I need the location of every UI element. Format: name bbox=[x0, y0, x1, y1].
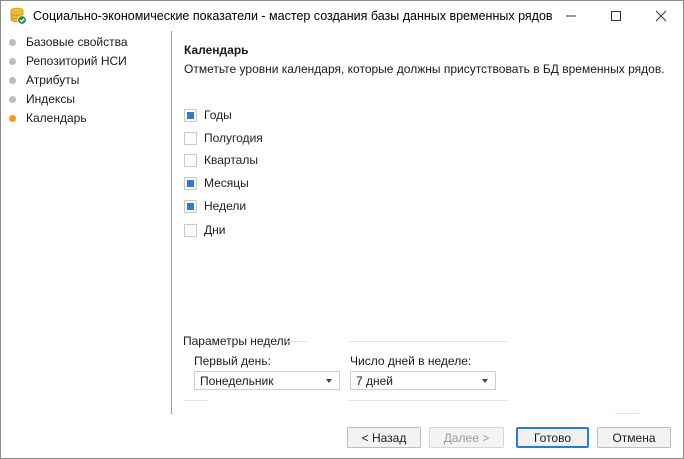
level-quarters-checkbox[interactable]: Кварталы bbox=[184, 152, 258, 168]
week-params-title: Параметры недели bbox=[183, 334, 291, 348]
window-title: Социально-экономические показатели - мас… bbox=[33, 9, 553, 23]
checkbox-label: Дни bbox=[204, 223, 226, 237]
step-indexes[interactable]: Индексы bbox=[9, 90, 75, 108]
step-calendar[interactable]: Календарь bbox=[9, 109, 87, 127]
database-icon bbox=[9, 7, 27, 25]
step-label: Атрибуты bbox=[26, 73, 80, 87]
checkbox-label: Годы bbox=[204, 108, 232, 122]
minimize-icon bbox=[565, 15, 576, 17]
step-nsi-repository[interactable]: Репозиторий НСИ bbox=[9, 52, 127, 70]
wizard-steps: Базовые свойства Репозиторий НСИ Атрибут… bbox=[1, 31, 171, 414]
step-label: Календарь bbox=[26, 111, 87, 125]
group-bottom-divider bbox=[348, 400, 508, 401]
checkbox-box[interactable] bbox=[184, 108, 197, 122]
checkbox-label: Недели bbox=[204, 199, 247, 213]
step-basic-properties[interactable]: Базовые свойства bbox=[9, 33, 128, 51]
step-label: Индексы bbox=[26, 92, 75, 106]
group-divider bbox=[348, 341, 508, 342]
days-in-week-value: 7 дней bbox=[356, 373, 394, 388]
level-half-years-checkbox[interactable]: Полугодия bbox=[184, 130, 263, 146]
cancel-button[interactable]: Отмена bbox=[597, 427, 671, 448]
checkbox-box[interactable] bbox=[184, 131, 197, 145]
first-day-value: Понедельник bbox=[200, 373, 274, 388]
step-label: Репозиторий НСИ bbox=[26, 54, 127, 68]
maximize-button[interactable] bbox=[593, 1, 638, 31]
step-attributes[interactable]: Атрибуты bbox=[9, 71, 79, 89]
next-button[interactable]: Далее > bbox=[429, 427, 504, 448]
minimize-button[interactable] bbox=[548, 1, 593, 31]
step-label: Базовые свойства bbox=[26, 35, 128, 49]
group-bottom-divider bbox=[184, 400, 208, 401]
step-dot bbox=[9, 76, 16, 84]
checkbox-label: Кварталы bbox=[204, 153, 258, 167]
checkbox-box[interactable] bbox=[184, 199, 197, 213]
level-weeks-checkbox[interactable]: Недели bbox=[184, 198, 246, 214]
step-dot-active bbox=[9, 114, 16, 122]
days-in-week-label: Число дней в неделе: bbox=[350, 354, 472, 368]
level-months-checkbox[interactable]: Месяцы bbox=[184, 175, 249, 191]
finish-button[interactable]: Готово bbox=[516, 427, 589, 448]
chevron-down-icon bbox=[326, 378, 332, 383]
title-bar: Социально-экономические показатели - мас… bbox=[1, 1, 683, 31]
calendar-page: Календарь Отметьте уровни календаря, кот… bbox=[172, 31, 683, 414]
maximize-icon bbox=[610, 11, 621, 21]
days-in-week-select[interactable]: 7 дней bbox=[350, 371, 496, 390]
level-days-checkbox[interactable]: Дни bbox=[184, 222, 225, 238]
checkbox-label: Полугодия bbox=[204, 131, 263, 145]
group-divider bbox=[286, 341, 308, 342]
close-button[interactable] bbox=[638, 1, 683, 31]
step-dot bbox=[9, 57, 16, 65]
close-icon bbox=[655, 10, 666, 22]
footer-divider bbox=[615, 413, 639, 414]
first-day-label: Первый день: bbox=[194, 354, 271, 368]
step-dot bbox=[9, 95, 16, 103]
checkbox-label: Месяцы bbox=[204, 176, 249, 190]
checkbox-box[interactable] bbox=[184, 223, 197, 237]
page-title: Календарь bbox=[184, 43, 249, 57]
page-description: Отметьте уровни календаря, которые должн… bbox=[184, 62, 665, 76]
back-button[interactable]: < Назад bbox=[347, 427, 421, 448]
level-years-checkbox[interactable]: Годы bbox=[184, 107, 232, 123]
first-day-select[interactable]: Понедельник bbox=[194, 371, 340, 390]
checkbox-box[interactable] bbox=[184, 176, 197, 190]
checkbox-box[interactable] bbox=[184, 153, 197, 167]
step-dot bbox=[9, 38, 16, 46]
chevron-down-icon bbox=[482, 378, 488, 383]
wizard-window: Социально-экономические показатели - мас… bbox=[0, 0, 684, 459]
